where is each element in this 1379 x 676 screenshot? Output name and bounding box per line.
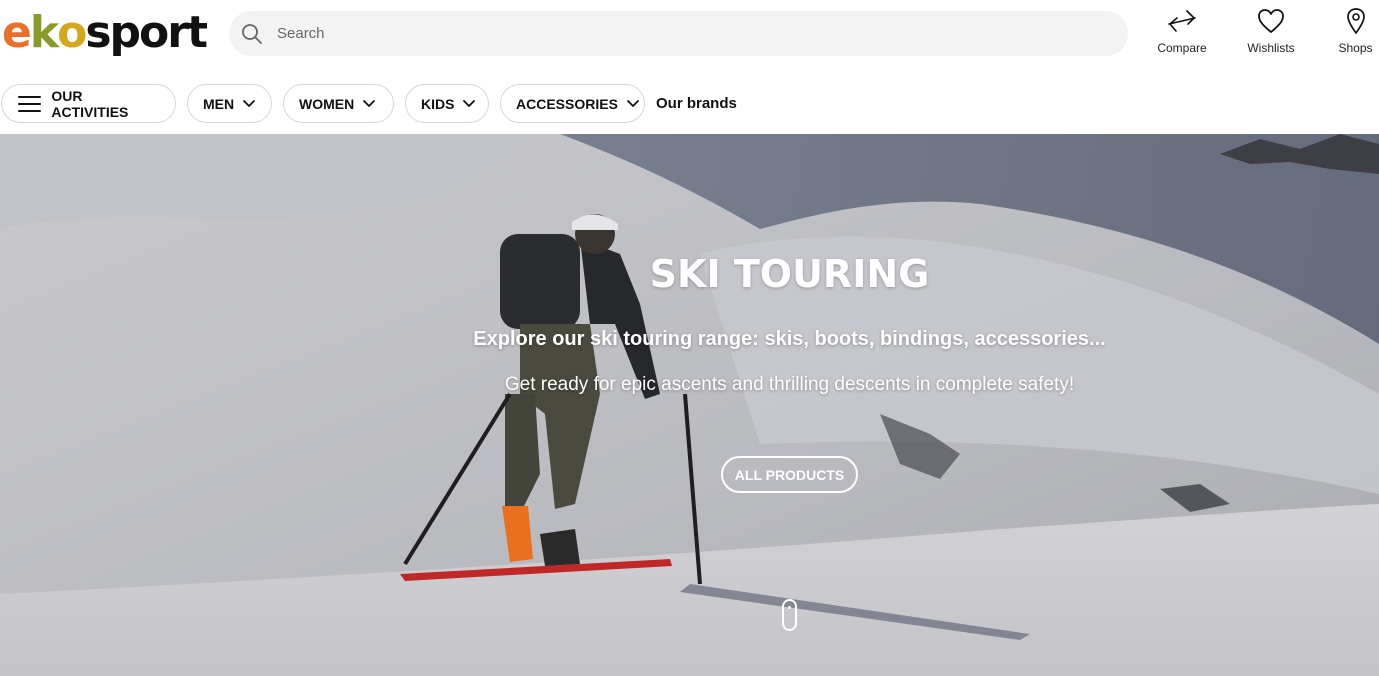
- nav-kids-label: KIDS: [421, 95, 455, 112]
- logo-word-sport: sport: [85, 7, 208, 58]
- nav-our-activities[interactable]: OUR ACTIVITIES: [1, 84, 176, 123]
- hero-title: SKI TOURING: [649, 252, 930, 296]
- nav-our-activities-label: OUR ACTIVITIES: [51, 87, 129, 120]
- chevron-down-icon: [627, 99, 639, 108]
- nav-accessories[interactable]: ACCESSORIES: [500, 84, 645, 123]
- map-pin-icon: [1341, 6, 1371, 36]
- nav-our-brands[interactable]: Our brands: [656, 95, 737, 112]
- hero-tagline: Get ready for epic ascents and thrilling…: [504, 374, 1075, 395]
- heart-icon: [1256, 6, 1286, 36]
- shops-label: Shops: [1338, 41, 1373, 55]
- main-navigation: OUR ACTIVITIES MEN WOMEN KIDS ACCESSORIE…: [0, 68, 1379, 134]
- site-header: ekosport Compare Wishlists: [0, 0, 1379, 68]
- nav-women-label: WOMEN: [299, 95, 355, 112]
- mouse-scroll-icon[interactable]: [782, 599, 797, 631]
- nav-kids[interactable]: KIDS: [405, 84, 489, 123]
- search-bar[interactable]: [229, 11, 1128, 56]
- wishlists-label: Wishlists: [1247, 41, 1295, 55]
- hero-banner: SKI TOURING Explore our ski touring rang…: [0, 134, 1379, 676]
- nav-men[interactable]: MEN: [187, 84, 272, 123]
- chevron-down-icon: [363, 99, 376, 108]
- hero-subtitle: Explore our ski touring range: skis, boo…: [473, 328, 1106, 350]
- chevron-down-icon: [243, 99, 256, 108]
- ekosport-logo[interactable]: e k o sport: [2, 4, 208, 62]
- search-input[interactable]: [277, 25, 1097, 42]
- shops-button[interactable]: Shops: [1332, 6, 1379, 55]
- search-icon[interactable]: [241, 23, 263, 45]
- logo-letter-k: k: [29, 7, 59, 58]
- compare-label: Compare: [1157, 41, 1207, 55]
- logo-letter-o: o: [57, 7, 87, 58]
- chevron-down-icon: [463, 99, 476, 108]
- hamburger-menu-icon: [18, 95, 42, 112]
- all-products-button[interactable]: ALL PRODUCTS: [721, 456, 858, 493]
- hero-background-image: [0, 134, 1379, 676]
- nav-men-label: MEN: [203, 95, 235, 112]
- compare-arrows-icon: [1167, 6, 1197, 36]
- nav-women[interactable]: WOMEN: [283, 84, 394, 123]
- logo-letter-e: e: [2, 7, 32, 58]
- wishlists-button[interactable]: Wishlists: [1241, 6, 1301, 55]
- compare-button[interactable]: Compare: [1152, 6, 1212, 55]
- nav-accessories-label: ACCESSORIES: [516, 95, 618, 112]
